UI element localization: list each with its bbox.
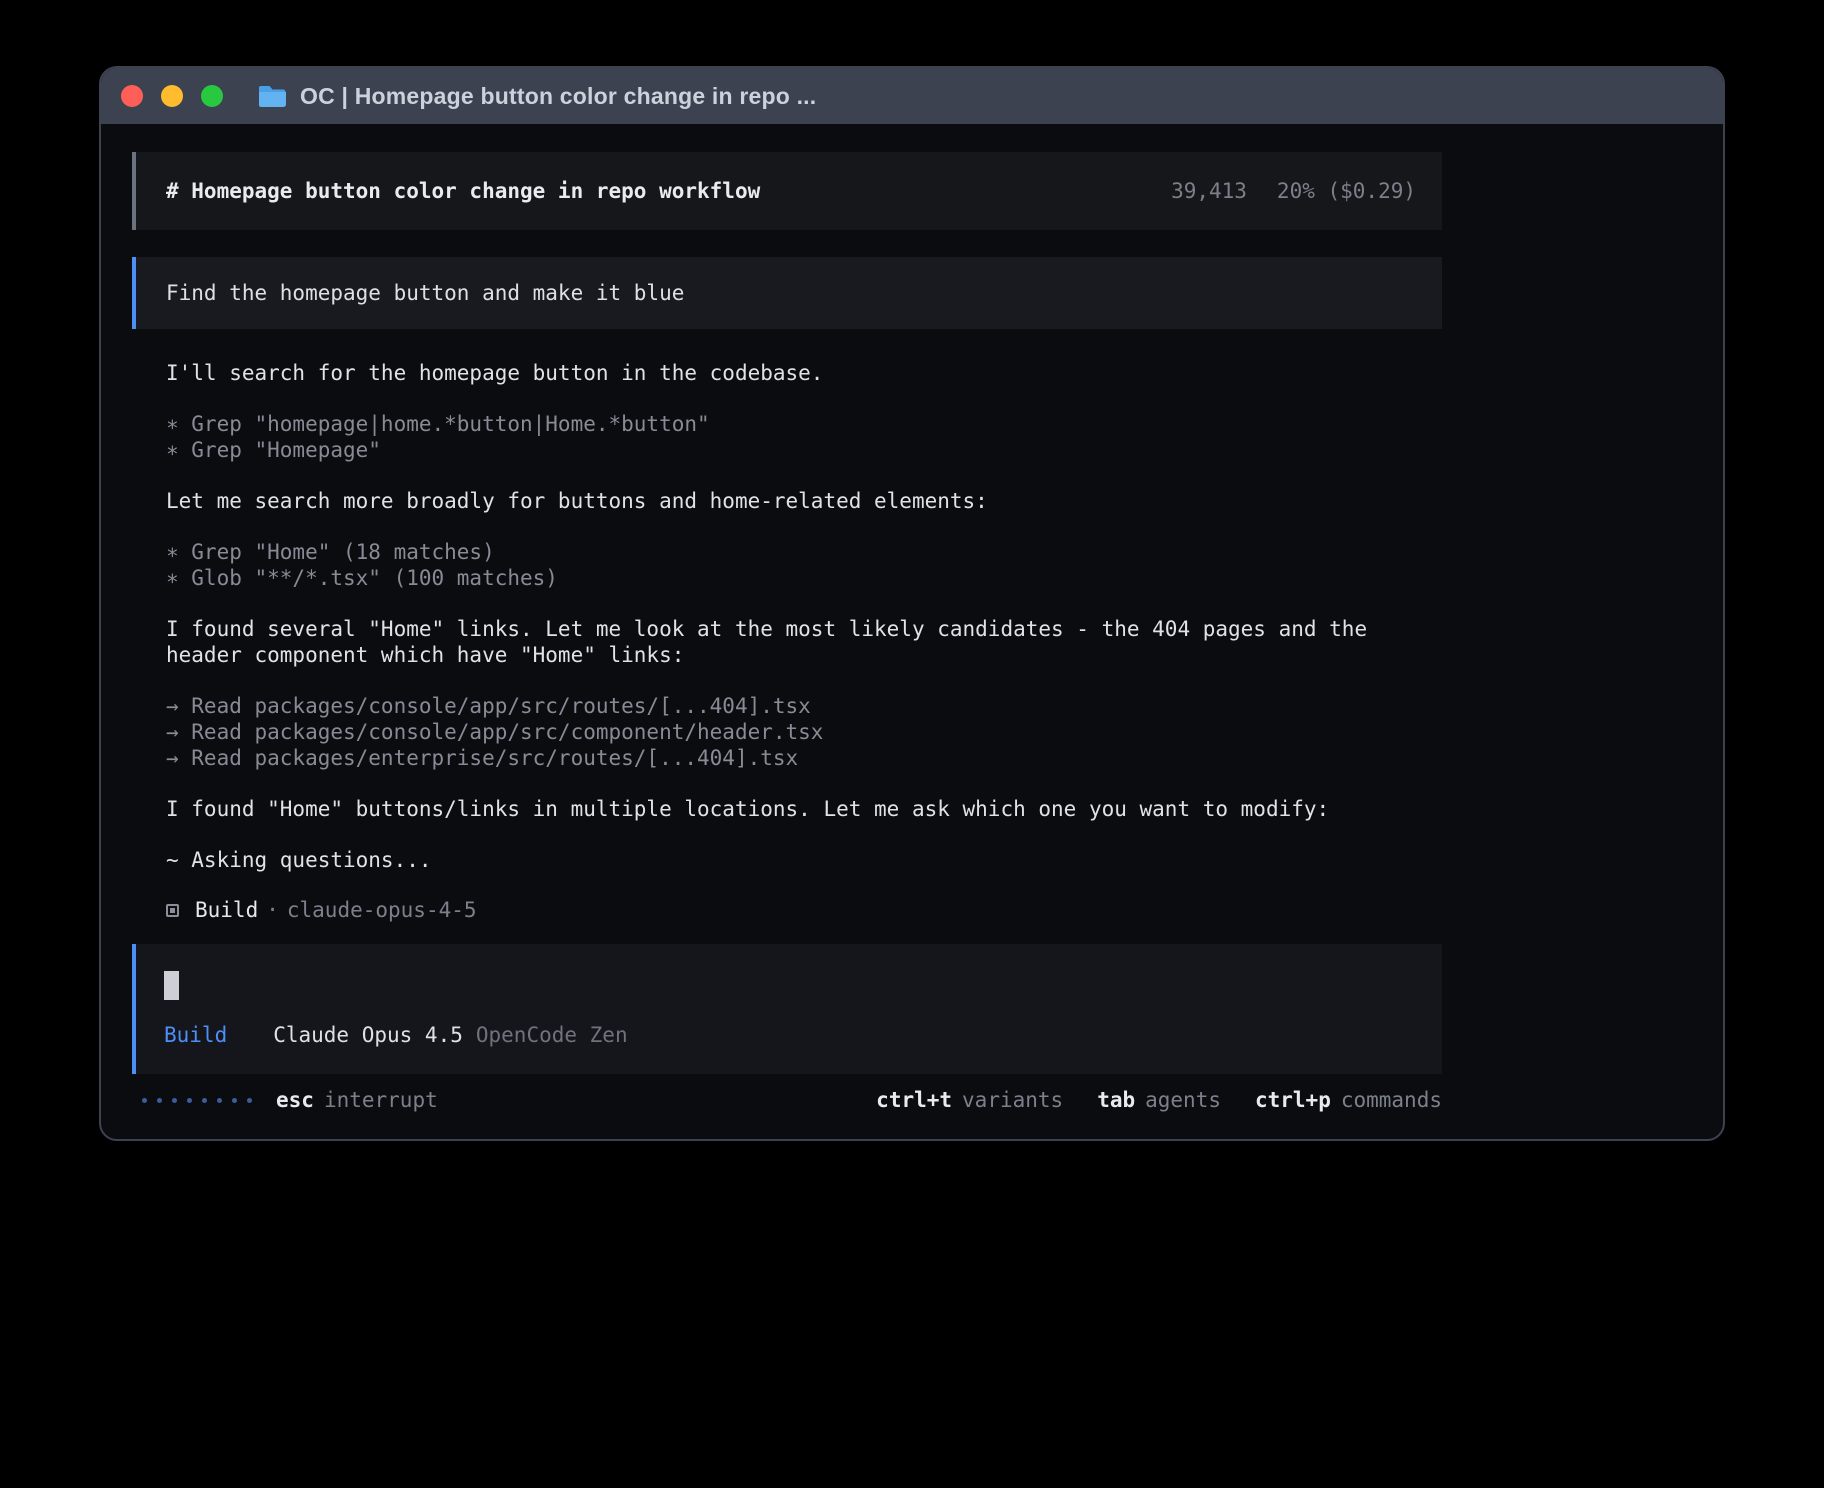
tool-call-read: → Read packages/enterprise/src/routes/[.… bbox=[166, 745, 1396, 771]
prompt-meta: Build Claude Opus 4.5 OpenCode Zen bbox=[164, 1023, 1414, 1047]
shortcut-variants: ctrl+t variants bbox=[876, 1088, 1063, 1112]
tool-call-read: → Read packages/console/app/src/routes/[… bbox=[166, 693, 1396, 719]
status-asking: ~ Asking questions... bbox=[166, 847, 1396, 873]
shortcut-label: commands bbox=[1341, 1088, 1442, 1112]
assistant-text: I'll search for the homepage button in t… bbox=[166, 360, 1396, 386]
agent-separator: · bbox=[266, 898, 279, 922]
tool-call-grep: ∗ Grep "Home" (18 matches) bbox=[166, 539, 1396, 565]
assistant-text: Let me search more broadly for buttons a… bbox=[166, 488, 1396, 514]
terminal-content: # Homepage button color change in repo w… bbox=[101, 124, 1723, 1112]
shortcut-interrupt: esc interrupt bbox=[276, 1088, 438, 1112]
spinner-dots bbox=[142, 1098, 252, 1103]
agent-name: Build bbox=[195, 898, 258, 922]
shortcut-label: agents bbox=[1145, 1088, 1221, 1112]
shortcut-commands: ctrl+p commands bbox=[1255, 1088, 1442, 1112]
agent-status-line: Build · claude-opus-4-5 bbox=[166, 898, 1396, 922]
tool-call-read: → Read packages/console/app/src/componen… bbox=[166, 719, 1396, 745]
minimize-button[interactable] bbox=[161, 85, 183, 107]
user-message: Find the homepage button and make it blu… bbox=[132, 257, 1442, 329]
session-stats: 39,413 20% ($0.29) bbox=[1171, 179, 1416, 203]
titlebar: OC | Homepage button color change in rep… bbox=[101, 68, 1723, 124]
prompt-provider: OpenCode Zen bbox=[476, 1023, 628, 1047]
text-cursor bbox=[164, 971, 179, 1000]
token-count: 39,413 bbox=[1171, 179, 1247, 203]
close-button[interactable] bbox=[121, 85, 143, 107]
user-message-text: Find the homepage button and make it blu… bbox=[166, 281, 684, 305]
shortcut-key: tab bbox=[1097, 1088, 1135, 1112]
shortcut-label: variants bbox=[962, 1088, 1063, 1112]
tool-call-grep: ∗ Grep "Homepage" bbox=[166, 437, 1396, 463]
tool-call-grep: ∗ Grep "homepage|home.*button|Home.*butt… bbox=[166, 411, 1396, 437]
terminal-window: OC | Homepage button color change in rep… bbox=[99, 66, 1725, 1141]
conversation: I'll search for the homepage button in t… bbox=[132, 360, 1396, 922]
folder-icon bbox=[259, 85, 286, 107]
shortcut-label: interrupt bbox=[324, 1088, 438, 1112]
prompt-model: Claude Opus 4.5 bbox=[273, 1023, 463, 1047]
window-title: OC | Homepage button color change in rep… bbox=[300, 83, 816, 110]
shortcut-key: ctrl+t bbox=[876, 1088, 952, 1112]
assistant-text: I found several "Home" links. Let me loo… bbox=[166, 616, 1396, 668]
session-title: # Homepage button color change in repo w… bbox=[166, 179, 760, 203]
agent-icon bbox=[166, 904, 179, 917]
prompt-mode: Build bbox=[164, 1023, 227, 1047]
shortcut-key: esc bbox=[276, 1088, 314, 1112]
prompt-input[interactable]: Build Claude Opus 4.5 OpenCode Zen bbox=[132, 944, 1442, 1074]
context-cost: 20% ($0.29) bbox=[1277, 179, 1416, 203]
shortcut-agents: tab agents bbox=[1097, 1088, 1221, 1112]
zoom-button[interactable] bbox=[201, 85, 223, 107]
status-bar: esc interrupt ctrl+t variants tab agents… bbox=[132, 1088, 1442, 1112]
session-header: # Homepage button color change in repo w… bbox=[132, 152, 1442, 230]
shortcut-key: ctrl+p bbox=[1255, 1088, 1331, 1112]
tool-call-glob: ∗ Glob "**/*.tsx" (100 matches) bbox=[166, 565, 1396, 591]
assistant-text: I found "Home" buttons/links in multiple… bbox=[166, 796, 1396, 822]
traffic-lights bbox=[121, 85, 223, 107]
agent-model: claude-opus-4-5 bbox=[287, 898, 477, 922]
